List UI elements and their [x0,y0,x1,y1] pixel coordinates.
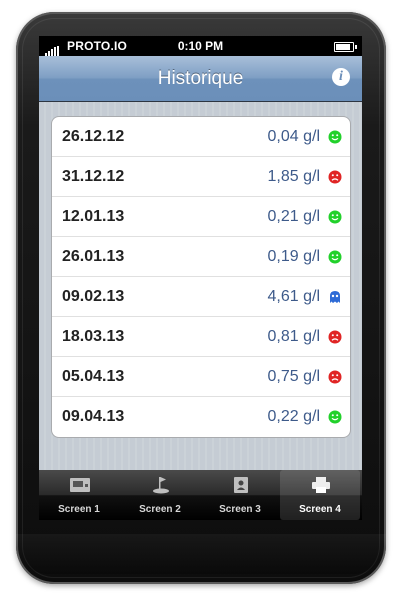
table-row[interactable]: 26.01.13 0,19 g/l [52,237,350,277]
blue-ghost-icon [328,290,342,304]
badge-icon [230,476,252,494]
tab-screen-2[interactable]: Screen 2 [120,470,200,520]
green-smiley-icon [328,250,342,264]
entry-value: 0,04 g/l [267,128,320,145]
tab-label: Screen 4 [299,504,341,515]
entry-value: 0,22 g/l [267,408,320,425]
table-row[interactable]: 12.01.13 0,21 g/l [52,197,350,237]
entry-date: 18.03.13 [62,328,125,345]
printer-icon [310,476,332,494]
entry-date: 12.01.13 [62,208,125,225]
status-bar: PROTO.IO 0:10 PM [39,36,362,56]
entry-date: 26.01.13 [62,248,125,265]
entry-value: 0,75 g/l [267,368,320,385]
battery-icon [334,42,357,52]
entry-date: 05.04.13 [62,368,125,385]
tab-label: Screen 2 [139,504,181,515]
table-row[interactable]: 18.03.13 0,81 g/l [52,317,350,357]
entry-value: 4,61 g/l [267,288,320,305]
tab-screen-3[interactable]: Screen 3 [200,470,280,520]
green-smiley-icon [328,210,342,224]
red-sad-icon [328,330,342,344]
golf-icon [150,476,172,494]
green-smiley-icon [328,410,342,424]
table-row[interactable]: 05.04.13 0,75 g/l [52,357,350,397]
history-table: 26.12.12 0,04 g/l 31.12.12 1,85 g/l 12.01.13… [51,116,351,438]
entry-value: 0,21 g/l [267,208,320,225]
entry-date: 31.12.12 [62,168,125,185]
red-sad-icon [328,170,342,184]
navigation-bar: Historique i [39,56,362,102]
phone-screen: PROTO.IO 0:10 PM Historique i 26.12.12 0,… [39,36,362,520]
info-icon[interactable]: i [332,68,350,86]
entry-value: 0,19 g/l [267,248,320,265]
content-area: 26.12.12 0,04 g/l 31.12.12 1,85 g/l 12.01.13… [39,102,362,470]
screen-icon [69,476,91,494]
status-time: 0:10 PM [177,39,224,53]
tab-label: Screen 1 [58,504,100,515]
page-title: Historique [157,68,244,89]
tab-screen-4[interactable]: Screen 4 [280,470,360,520]
device-bezel-bottom [16,534,386,574]
table-row[interactable]: 26.12.12 0,04 g/l [52,117,350,157]
table-row[interactable]: 09.04.13 0,22 g/l [52,397,350,436]
tab-bar: Screen 1 Screen 2 Screen 3 Screen 4 [39,470,362,520]
entry-value: 1,85 g/l [267,168,320,185]
entry-date: 09.04.13 [62,408,125,425]
tab-screen-1[interactable]: Screen 1 [39,470,119,520]
green-smiley-icon [328,130,342,144]
entry-date: 26.12.12 [62,128,125,145]
table-row[interactable]: 31.12.12 1,85 g/l [52,157,350,197]
red-sad-icon [328,370,342,384]
table-row[interactable]: 09.02.13 4,61 g/l [52,277,350,317]
tab-label: Screen 3 [219,504,261,515]
entry-value: 0,81 g/l [267,328,320,345]
entry-date: 09.02.13 [62,288,125,305]
